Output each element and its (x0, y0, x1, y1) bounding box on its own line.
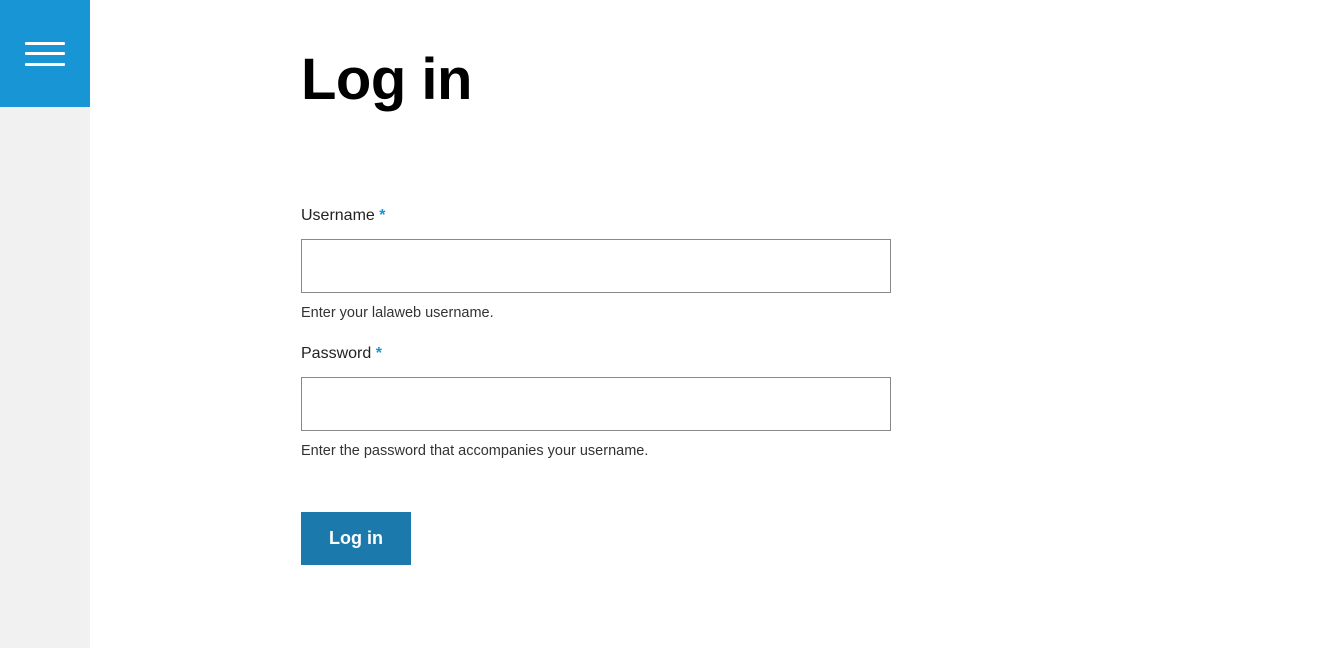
username-group: Username * Enter your lalaweb username. (301, 207, 891, 325)
hamburger-icon (25, 42, 65, 66)
password-label: Password * (301, 345, 891, 363)
sidebar (0, 0, 90, 648)
required-mark: * (379, 207, 385, 224)
menu-toggle-button[interactable] (0, 0, 90, 107)
login-button[interactable]: Log in (301, 512, 411, 565)
password-input[interactable] (301, 377, 891, 431)
main-content: Log in Username * Enter your lalaweb use… (90, 0, 1344, 565)
required-mark: * (376, 345, 382, 362)
password-group: Password * Enter the password that accom… (301, 345, 891, 463)
username-help: Enter your lalaweb username. (301, 303, 891, 325)
login-form: Username * Enter your lalaweb username. … (301, 207, 1344, 566)
username-label-text: Username (301, 207, 379, 224)
username-label: Username * (301, 207, 891, 225)
username-input[interactable] (301, 239, 891, 293)
password-label-text: Password (301, 345, 376, 362)
password-help: Enter the password that accompanies your… (301, 441, 891, 463)
page-title: Log in (301, 48, 1344, 112)
